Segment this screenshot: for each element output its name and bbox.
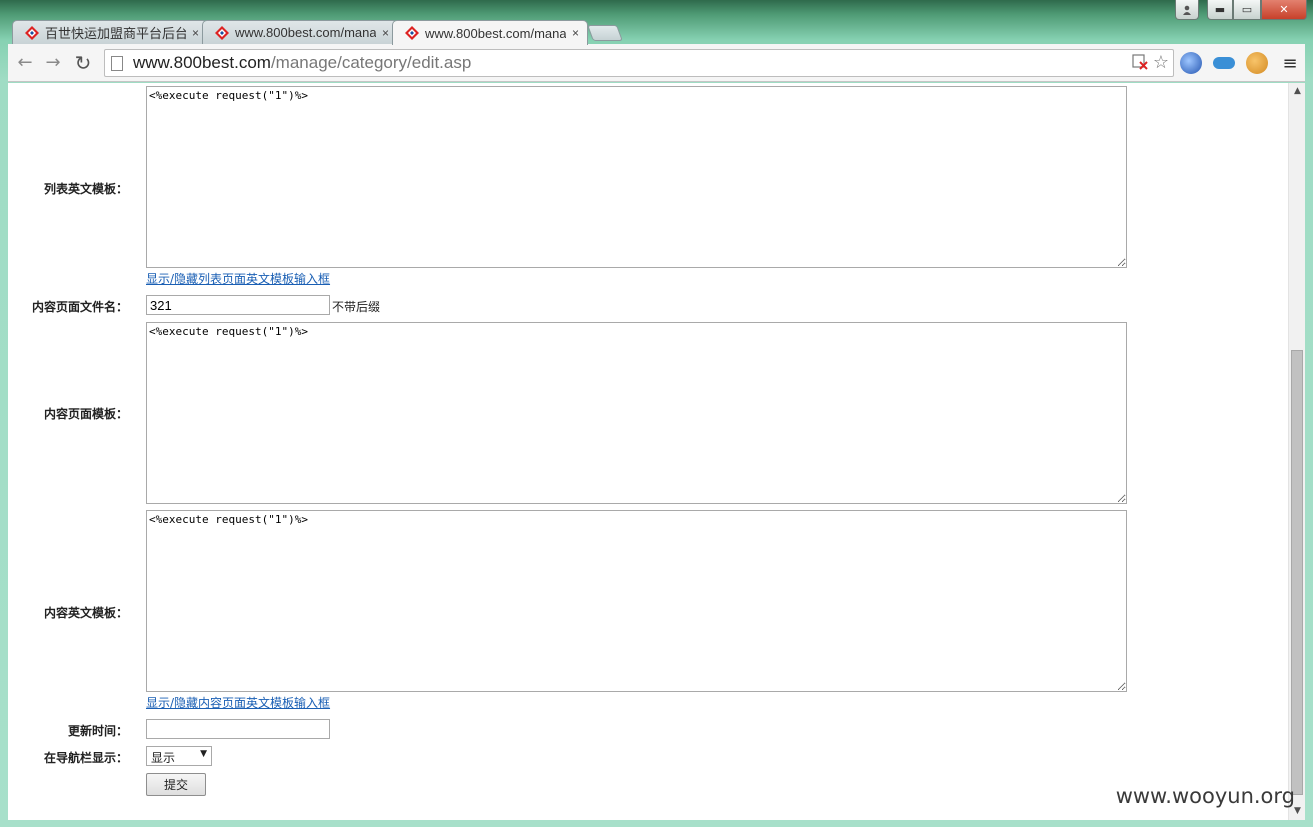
url-text[interactable]: www.800best.com/manage/category/edit.asp	[133, 53, 471, 73]
submit-button[interactable]: 提交	[146, 773, 206, 796]
close-tab-icon[interactable]: ×	[192, 26, 199, 40]
content-en-template-textarea[interactable]	[146, 510, 1127, 692]
url-host: www.800best.com	[133, 53, 271, 72]
scroll-thumb[interactable]	[1291, 350, 1303, 795]
address-bar[interactable]: www.800best.com/manage/category/edit.asp…	[104, 49, 1174, 77]
show-in-nav-select[interactable]: 显示 ▼	[146, 746, 212, 766]
tab-2[interactable]: www.800best.com/mana ×	[202, 20, 398, 44]
cloud-extension-icon[interactable]	[1213, 57, 1235, 69]
site-favicon-icon	[405, 26, 419, 40]
back-button[interactable]: ←	[14, 52, 36, 74]
person-icon	[1183, 5, 1191, 15]
show-in-nav-label: 在导航栏显示：	[43, 751, 128, 765]
browser-toolbar: ← → ↻ www.800best.com/manage/category/ed…	[8, 44, 1305, 82]
toggle-list-en-template-link[interactable]: 显示/隐藏列表页面英文模板输入框	[146, 270, 330, 287]
close-window-button[interactable]: ✕	[1261, 0, 1307, 20]
update-time-label: 更新时间：	[67, 724, 128, 738]
site-favicon-icon	[215, 25, 229, 40]
page-content: 列表英文模板： 显示/隐藏列表页面英文模板输入框 内容页面文件名： 不带后缀 内…	[8, 83, 1305, 820]
tab-3-active[interactable]: www.800best.com/mana ×	[392, 20, 588, 45]
list-en-template-textarea[interactable]	[146, 86, 1127, 268]
bookmark-star-icon[interactable]: ☆	[1153, 52, 1169, 73]
window-controls: ▬ ▭ ✕	[1175, 0, 1307, 22]
browser-menu-icon[interactable]: ≡	[1279, 52, 1301, 74]
reload-button[interactable]: ↻	[72, 52, 94, 74]
page-icon	[111, 55, 123, 71]
globe-extension-icon[interactable]	[1180, 52, 1202, 74]
list-en-template-label: 列表英文模板：	[43, 182, 128, 196]
user-profile-button[interactable]	[1175, 0, 1199, 20]
content-template-textarea[interactable]	[146, 322, 1127, 504]
scroll-up-icon[interactable]: ▲	[1289, 83, 1305, 100]
tab-title: 百世快运加盟商平台后台	[45, 26, 186, 41]
dropdown-arrow-icon: ▼	[200, 749, 207, 759]
tab-strip: 百世快运加盟商平台后台 × www.800best.com/mana × www…	[12, 20, 623, 45]
content-en-template-label: 内容英文模板：	[43, 606, 128, 620]
new-tab-button[interactable]	[587, 25, 623, 41]
toggle-content-en-template-link[interactable]: 显示/隐藏内容页面英文模板输入框	[146, 694, 330, 711]
content-template-label: 内容页面模板：	[43, 407, 128, 421]
maximize-button[interactable]: ▭	[1233, 0, 1261, 20]
update-time-input[interactable]	[146, 719, 330, 739]
minimize-button[interactable]: ▬	[1207, 0, 1233, 20]
show-in-nav-selected: 显示	[151, 751, 176, 765]
forward-button[interactable]: →	[42, 52, 64, 74]
tab-1[interactable]: 百世快运加盟商平台后台 ×	[12, 20, 208, 44]
close-tab-icon[interactable]: ×	[572, 26, 579, 40]
close-tab-icon[interactable]: ×	[382, 26, 389, 40]
cookie-extension-icon[interactable]	[1246, 52, 1268, 74]
vertical-scrollbar[interactable]: ▲ ▼	[1288, 83, 1305, 820]
extension-icons: ≡	[1180, 52, 1301, 74]
tab-title: www.800best.com/mana	[425, 25, 566, 41]
content-filename-label: 内容页面文件名：	[31, 300, 128, 314]
tab-title: www.800best.com/mana	[235, 25, 376, 40]
content-filename-input[interactable]	[146, 295, 330, 315]
watermark: www.wooyun.org	[1115, 784, 1295, 808]
filename-suffix-note: 不带后缀	[332, 300, 381, 314]
blocked-content-icon[interactable]	[1131, 52, 1149, 70]
site-favicon-icon	[25, 25, 39, 40]
url-path: /manage/category/edit.asp	[270, 53, 472, 72]
